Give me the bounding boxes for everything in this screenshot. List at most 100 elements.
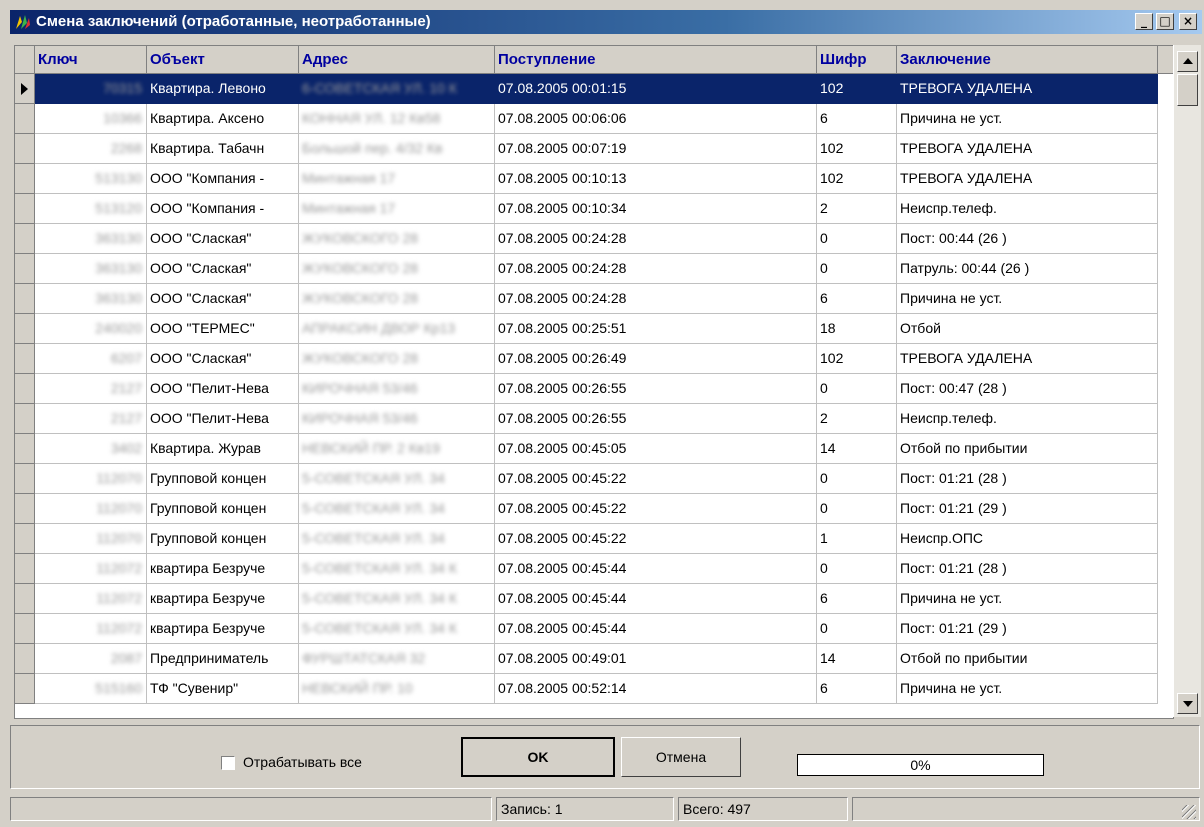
cell-code[interactable]: 14	[817, 434, 897, 464]
cell-code[interactable]: 0	[817, 614, 897, 644]
cell-object[interactable]: ООО "Слаская"	[147, 284, 299, 314]
cell-received[interactable]: 07.08.2005 00:26:55	[495, 374, 817, 404]
cell-received[interactable]: 07.08.2005 00:25:51	[495, 314, 817, 344]
row-indicator[interactable]	[15, 194, 35, 224]
cell-code[interactable]: 102	[817, 134, 897, 164]
table-row[interactable]: 112072 квартира Безруче 5-СОВЕТСКАЯ УЛ. 34…	[15, 614, 1173, 644]
cell-object[interactable]: Квартира. Аксено	[147, 104, 299, 134]
cell-received[interactable]: 07.08.2005 00:24:28	[495, 254, 817, 284]
cell-code[interactable]: 6	[817, 584, 897, 614]
cell-address[interactable]: ЖУКОВСКОГО 28	[299, 224, 495, 254]
cell-conclusion[interactable]: Неиспр.ОПС	[897, 524, 1158, 554]
title-bar[interactable]: Смена заключений (отработанные, неотрабо…	[10, 10, 1202, 34]
cell-object[interactable]: Предприниматель	[147, 644, 299, 674]
cell-key[interactable]: 513120	[35, 194, 147, 224]
cell-received[interactable]: 07.08.2005 00:52:14	[495, 674, 817, 704]
cell-conclusion[interactable]: Причина не уст.	[897, 584, 1158, 614]
row-indicator[interactable]	[15, 104, 35, 134]
row-indicator[interactable]	[15, 524, 35, 554]
cell-conclusion[interactable]: Неиспр.телеф.	[897, 194, 1158, 224]
row-indicator[interactable]	[15, 584, 35, 614]
cancel-button[interactable]: Отмена	[621, 737, 741, 777]
cell-received[interactable]: 07.08.2005 00:10:13	[495, 164, 817, 194]
row-indicator[interactable]	[15, 284, 35, 314]
cell-address[interactable]: Большой пер. 4/32 Кв	[299, 134, 495, 164]
table-row[interactable]: 2127 ООО "Пелит-Нева КИРОЧНАЯ 53/46 07.08.2…	[15, 404, 1173, 434]
cell-object[interactable]: ООО "Компания -	[147, 164, 299, 194]
row-indicator[interactable]	[15, 344, 35, 374]
records-grid[interactable]: Ключ Объект Адрес Поступление Шифр Заклю…	[14, 45, 1174, 719]
cell-key[interactable]: 363130	[35, 254, 147, 284]
cell-key[interactable]: 2127	[35, 374, 147, 404]
table-row[interactable]: 6207 ООО "Слаская" ЖУКОВСКОГО 28 07.08.2005…	[15, 344, 1173, 374]
cell-code[interactable]: 6	[817, 104, 897, 134]
scroll-up-button[interactable]	[1177, 51, 1198, 72]
cell-code[interactable]: 0	[817, 494, 897, 524]
cell-object[interactable]: ТФ "Сувенир"	[147, 674, 299, 704]
table-row[interactable]: 515160 ТФ "Сувенир" НЕВСКИЙ ПР. 10 07.08.20…	[15, 674, 1173, 704]
table-row[interactable]: 513120 ООО "Компания - Минтажная 17 07.08.2…	[15, 194, 1173, 224]
table-row[interactable]: 10366 Квартира. Аксено КОННАЯ УЛ. 12 Кв58 0…	[15, 104, 1173, 134]
cell-address[interactable]: Минтажная 17	[299, 194, 495, 224]
cell-code[interactable]: 0	[817, 554, 897, 584]
cell-address[interactable]: Минтажная 17	[299, 164, 495, 194]
cell-key[interactable]: 363130	[35, 284, 147, 314]
maximize-button[interactable]: □	[1156, 13, 1174, 30]
cell-object[interactable]: квартира Безруче	[147, 554, 299, 584]
scroll-thumb[interactable]	[1177, 74, 1198, 106]
cell-conclusion[interactable]: Причина не уст.	[897, 284, 1158, 314]
row-indicator[interactable]	[15, 254, 35, 284]
row-indicator[interactable]	[15, 74, 35, 104]
cell-received[interactable]: 07.08.2005 00:49:01	[495, 644, 817, 674]
cell-object[interactable]: Групповой концен	[147, 524, 299, 554]
cell-address[interactable]: КОННАЯ УЛ. 12 Кв58	[299, 104, 495, 134]
row-indicator[interactable]	[15, 374, 35, 404]
cell-key[interactable]: 70315	[35, 74, 147, 104]
cell-object[interactable]: ООО "Компания -	[147, 194, 299, 224]
cell-address[interactable]: 5-СОВЕТСКАЯ УЛ. 34	[299, 464, 495, 494]
table-row[interactable]: 112072 квартира Безруче 5-СОВЕТСКАЯ УЛ. 34…	[15, 554, 1173, 584]
cell-received[interactable]: 07.08.2005 00:45:44	[495, 584, 817, 614]
row-indicator[interactable]	[15, 494, 35, 524]
table-row[interactable]: 2127 ООО "Пелит-Нева КИРОЧНАЯ 53/46 07.08.2…	[15, 374, 1173, 404]
column-header-received[interactable]: Поступление	[495, 46, 817, 74]
cell-object[interactable]: квартира Безруче	[147, 614, 299, 644]
column-header-object[interactable]: Объект	[147, 46, 299, 74]
table-row[interactable]: 363130 ООО "Слаская" ЖУКОВСКОГО 28 07.08.20…	[15, 254, 1173, 284]
table-row[interactable]: 112070 Групповой концен 5-СОВЕТСКАЯ УЛ. 34…	[15, 524, 1173, 554]
column-header-code[interactable]: Шифр	[817, 46, 897, 74]
column-header-key[interactable]: Ключ	[35, 46, 147, 74]
cell-key[interactable]: 112070	[35, 494, 147, 524]
minimize-button[interactable]: _	[1135, 13, 1153, 30]
cell-code[interactable]: 2	[817, 194, 897, 224]
scroll-down-button[interactable]	[1177, 693, 1198, 714]
row-indicator[interactable]	[15, 164, 35, 194]
cell-object[interactable]: Групповой концен	[147, 464, 299, 494]
cell-key[interactable]: 112072	[35, 584, 147, 614]
cell-conclusion[interactable]: Патруль: 00:44 (26 )	[897, 254, 1158, 284]
cell-code[interactable]: 18	[817, 314, 897, 344]
cell-received[interactable]: 07.08.2005 00:24:28	[495, 224, 817, 254]
row-indicator[interactable]	[15, 614, 35, 644]
cell-conclusion[interactable]: Причина не уст.	[897, 674, 1158, 704]
row-indicator[interactable]	[15, 134, 35, 164]
table-row[interactable]: 513130 ООО "Компания - Минтажная 17 07.08.2…	[15, 164, 1173, 194]
cell-conclusion[interactable]: ТРЕВОГА УДАЛЕНА	[897, 344, 1158, 374]
cell-key[interactable]: 513130	[35, 164, 147, 194]
cell-conclusion[interactable]: Пост: 00:47 (28 )	[897, 374, 1158, 404]
table-row[interactable]: 2268 Квартира. Табачн Большой пер. 4/32 Кв…	[15, 134, 1173, 164]
column-header-address[interactable]: Адрес	[299, 46, 495, 74]
table-row[interactable]: 3402 Квартира. Журав НЕВСКИЙ ПР. 2 Кв19 07.…	[15, 434, 1173, 464]
cell-code[interactable]: 102	[817, 164, 897, 194]
table-row[interactable]: 2087 Предприниматель ФУРШТАТСКАЯ 32 07.08.2…	[15, 644, 1173, 674]
cell-code[interactable]: 0	[817, 464, 897, 494]
cell-conclusion[interactable]: Отбой	[897, 314, 1158, 344]
cell-conclusion[interactable]: Пост: 00:44 (26 )	[897, 224, 1158, 254]
cell-received[interactable]: 07.08.2005 00:24:28	[495, 284, 817, 314]
cell-received[interactable]: 07.08.2005 00:45:22	[495, 494, 817, 524]
table-row[interactable]: 112072 квартира Безруче 5-СОВЕТСКАЯ УЛ. 34…	[15, 584, 1173, 614]
cell-conclusion[interactable]: Пост: 01:21 (28 )	[897, 554, 1158, 584]
cell-key[interactable]: 3402	[35, 434, 147, 464]
cell-address[interactable]: 6-СОВЕТСКАЯ УЛ. 10 К	[299, 74, 495, 104]
cell-address[interactable]: 5-СОВЕТСКАЯ УЛ. 34	[299, 524, 495, 554]
